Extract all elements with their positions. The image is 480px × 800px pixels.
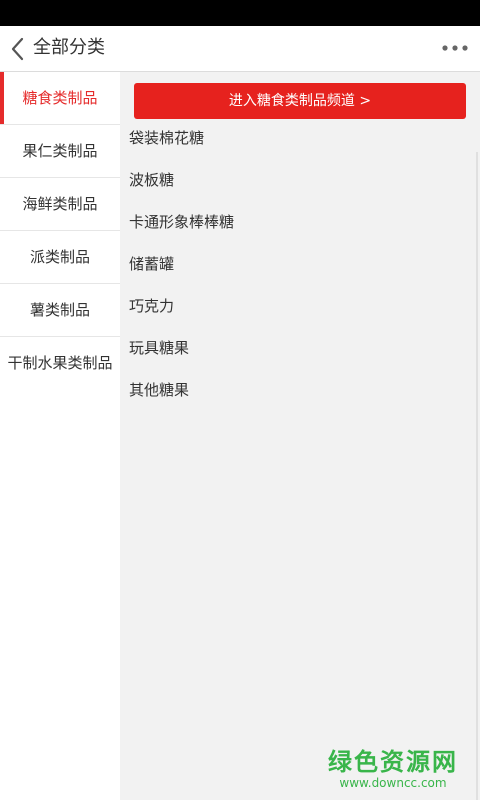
page-title: 全部分类: [33, 37, 105, 58]
list-item[interactable]: 其他糖果: [129, 369, 469, 411]
sidebar-item-candy[interactable]: 糖食类制品: [0, 72, 120, 125]
list-item[interactable]: 巧克力: [129, 285, 469, 327]
sidebar-item-nuts[interactable]: 果仁类制品: [0, 125, 120, 178]
top-bar: 全部分类: [0, 26, 480, 72]
back-icon[interactable]: [8, 35, 30, 63]
status-bar: [0, 0, 480, 26]
scrollbar-track: [476, 152, 478, 800]
enter-channel-button[interactable]: 进入糖食类制品频道 >: [134, 83, 466, 119]
sidebar-item-dried-fruit[interactable]: 干制水果类制品: [0, 337, 120, 390]
list-item[interactable]: 袋装棉花糖: [129, 117, 469, 159]
watermark-title: 绿色资源网: [328, 748, 458, 776]
subcategory-list: 袋装棉花糖 波板糖 卡通形象棒棒糖 储蓄罐 巧克力 玩具糖果 其他糖果: [129, 117, 469, 411]
list-item[interactable]: 波板糖: [129, 159, 469, 201]
subcategory-panel: 进入糖食类制品频道 > 袋装棉花糖 波板糖 卡通形象棒棒糖 储蓄罐 巧克力 玩具…: [120, 72, 480, 800]
list-item[interactable]: 卡通形象棒棒糖: [129, 201, 469, 243]
watermark: 绿色资源网 www.downcc.com: [328, 748, 458, 790]
main-area: 糖食类制品 果仁类制品 海鲜类制品 派类制品 薯类制品 干制水果类制品 进入糖食…: [0, 72, 480, 800]
more-icon[interactable]: [440, 40, 470, 54]
sidebar-item-seafood[interactable]: 海鲜类制品: [0, 178, 120, 231]
list-item[interactable]: 储蓄罐: [129, 243, 469, 285]
watermark-url: www.downcc.com: [339, 776, 447, 790]
category-sidebar: 糖食类制品 果仁类制品 海鲜类制品 派类制品 薯类制品 干制水果类制品: [0, 72, 120, 800]
sidebar-item-potato[interactable]: 薯类制品: [0, 284, 120, 337]
list-item[interactable]: 玩具糖果: [129, 327, 469, 369]
sidebar-item-pie[interactable]: 派类制品: [0, 231, 120, 284]
